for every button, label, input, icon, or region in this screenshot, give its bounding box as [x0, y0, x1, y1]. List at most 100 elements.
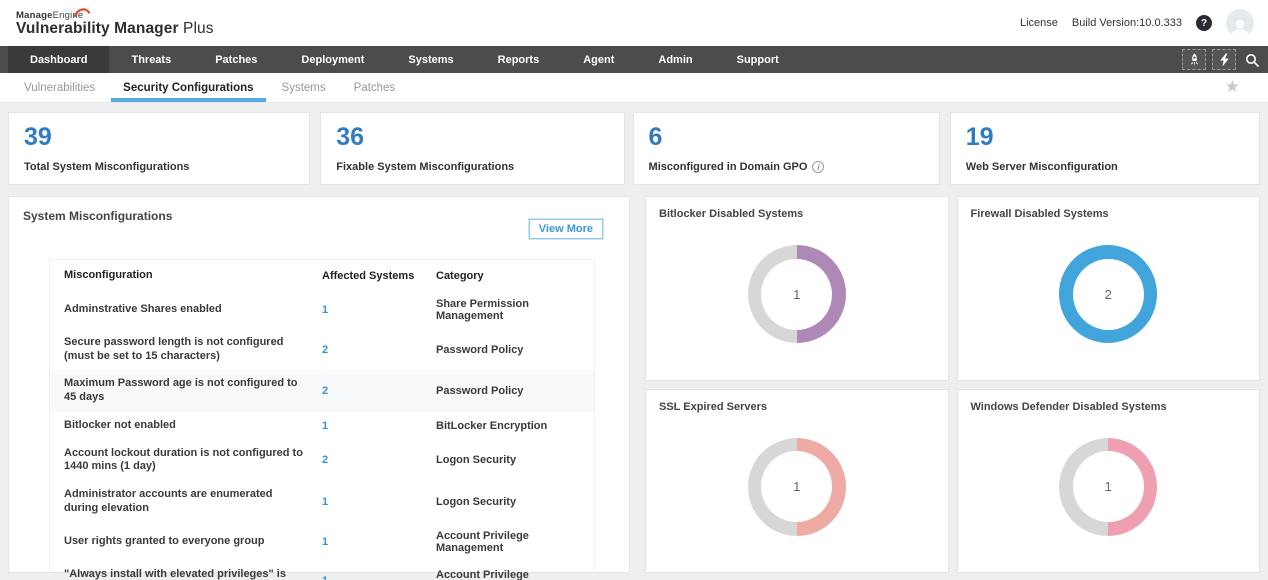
help-icon[interactable]: ?: [1196, 15, 1212, 31]
affected-systems-link[interactable]: 2: [322, 454, 328, 466]
category-cell: Share Permission Management: [436, 298, 594, 322]
donut-chart-area: 1: [971, 413, 1247, 562]
chart-title: SSL Expired Servers: [659, 401, 935, 413]
nav-tab-deployment[interactable]: Deployment: [279, 46, 386, 73]
brand-manageengine: ManageEngine: [16, 11, 83, 21]
stat-label: Total System Misconfigurations: [24, 161, 294, 173]
category-cell: Account Privilege Management: [436, 530, 594, 554]
affected-systems-cell: 2: [322, 454, 436, 466]
misconfiguration-name: Administrator accounts are enumerated du…: [50, 488, 322, 516]
search-icon[interactable]: [1242, 53, 1262, 67]
category-cell: Logon Security: [436, 454, 594, 466]
info-icon[interactable]: i: [812, 161, 824, 173]
nav-tab-threats[interactable]: Threats: [109, 46, 193, 73]
stat-label: Misconfigured in Domain GPOi: [649, 161, 924, 173]
chart-panel-bitlocker-disabled-systems: Bitlocker Disabled Systems 1: [645, 196, 949, 381]
col-header-affected-systems: Affected Systems: [322, 270, 436, 282]
charts-grid: Bitlocker Disabled Systems 1 Firewall Disa…: [645, 196, 1260, 573]
view-more-button[interactable]: View More: [529, 219, 603, 239]
table-row: Bitlocker not enabled1 BitLocker Encrypti…: [50, 412, 594, 440]
affected-systems-link[interactable]: 2: [322, 344, 328, 356]
misconfiguration-name: Account lockout duration is not configur…: [50, 447, 322, 475]
table-row: Adminstrative Shares enabled1 Share Permi…: [50, 291, 594, 329]
stat-value: 6: [649, 123, 924, 152]
nav-tab-systems[interactable]: Systems: [386, 46, 475, 73]
affected-systems-cell: 1: [322, 536, 436, 548]
affected-systems-link[interactable]: 1: [322, 536, 328, 548]
misconfiguration-name: Secure password length is not configured…: [50, 336, 322, 364]
stat-value: 36: [336, 123, 608, 152]
chart-title: Firewall Disabled Systems: [971, 208, 1247, 220]
subnav-tab-patches[interactable]: Patches: [340, 73, 410, 102]
donut-chart[interactable]: 1: [748, 245, 846, 343]
affected-systems-cell: 1: [322, 420, 436, 432]
system-misconfigurations-panel: System Misconfigurations View More Misco…: [8, 196, 630, 573]
donut-chart[interactable]: 1: [1059, 438, 1157, 536]
category-cell: Password Policy: [436, 344, 594, 356]
nav-tab-admin[interactable]: Admin: [636, 46, 714, 73]
misconfiguration-name: Adminstrative Shares enabled: [50, 303, 322, 317]
table-row: Maximum Password age is not configured t…: [50, 370, 594, 412]
brand-logo: ManageEngine Vulnerability Manager Plus: [16, 8, 214, 37]
stat-card-web-server-misconfiguration[interactable]: 19 Web Server Misconfiguration: [950, 112, 1260, 185]
app-header: ManageEngine Vulnerability Manager Plus …: [0, 0, 1268, 46]
favorite-star-icon[interactable]: ★: [1225, 77, 1240, 97]
nav-tab-reports[interactable]: Reports: [476, 46, 562, 73]
build-version-text: Build Version:10.0.333: [1072, 17, 1182, 29]
misconfiguration-name: Maximum Password age is not configured t…: [50, 377, 322, 405]
whats-new-rocket-icon[interactable]: [1182, 49, 1206, 70]
donut-chart[interactable]: 2: [1059, 245, 1157, 343]
misconfiguration-name: "Always install with elevated privileges…: [50, 568, 322, 580]
chart-title: Bitlocker Disabled Systems: [659, 208, 935, 220]
affected-systems-link[interactable]: 1: [322, 420, 328, 432]
misconfiguration-name: User rights granted to everyone group: [50, 535, 322, 549]
user-silhouette-icon: [1229, 17, 1251, 37]
affected-systems-cell: 1: [322, 496, 436, 508]
subnav-tab-systems[interactable]: Systems: [268, 73, 340, 102]
category-cell: BitLocker Encryption: [436, 420, 594, 432]
stat-card-misconfigured-in-domain-gpo[interactable]: 6 Misconfigured in Domain GPOi: [633, 112, 940, 185]
brand-swoosh-icon: [73, 7, 91, 18]
misconfiguration-name: Bitlocker not enabled: [50, 419, 322, 433]
affected-systems-link[interactable]: 1: [322, 575, 328, 580]
affected-systems-link[interactable]: 1: [322, 304, 328, 316]
affected-systems-cell: 1: [322, 304, 436, 316]
table-row: "Always install with elevated privileges…: [50, 561, 594, 580]
quick-actions-lightning-icon[interactable]: [1212, 49, 1236, 70]
table-row: Administrator accounts are enumerated du…: [50, 481, 594, 523]
table-header-row: Misconfiguration Affected Systems Catego…: [50, 260, 594, 291]
category-cell: Password Policy: [436, 385, 594, 397]
brand-product-name: Vulnerability Manager Plus: [16, 20, 214, 37]
nav-tab-patches[interactable]: Patches: [193, 46, 279, 73]
chart-panel-windows-defender-disabled-systems: Windows Defender Disabled Systems 1: [957, 389, 1261, 574]
subnav-tab-security-configurations[interactable]: Security Configurations: [109, 73, 267, 102]
donut-center-value: 1: [761, 259, 832, 330]
stat-card-fixable-system-misconfigurations[interactable]: 36Fixable System Misconfigurations: [320, 112, 624, 185]
nav-tab-dashboard[interactable]: Dashboard: [8, 46, 109, 73]
chart-panel-firewall-disabled-systems: Firewall Disabled Systems 2: [957, 196, 1261, 381]
subnav-tab-vulnerabilities[interactable]: Vulnerabilities: [10, 73, 109, 102]
category-cell: Logon Security: [436, 496, 594, 508]
nav-tab-agent[interactable]: Agent: [561, 46, 636, 73]
table-row: Account lockout duration is not configur…: [50, 440, 594, 482]
stat-label: Web Server Misconfiguration: [966, 161, 1244, 173]
stat-card-total-system-misconfigurations[interactable]: 39Total System Misconfigurations: [8, 112, 310, 185]
chart-title: Windows Defender Disabled Systems: [971, 401, 1247, 413]
panel-title: System Misconfigurations: [23, 209, 615, 223]
table-row: Secure password length is not configured…: [50, 329, 594, 371]
chart-panel-ssl-expired-servers: SSL Expired Servers 1: [645, 389, 949, 574]
table-row: User rights granted to everyone group1 Ac…: [50, 523, 594, 561]
stat-value: 19: [966, 123, 1244, 152]
col-header-category: Category: [436, 270, 594, 282]
avatar[interactable]: [1226, 9, 1254, 37]
donut-chart-area: 1: [659, 413, 935, 562]
affected-systems-link[interactable]: 1: [322, 496, 328, 508]
misconfigurations-table: Misconfiguration Affected Systems Catego…: [49, 259, 595, 580]
donut-chart[interactable]: 1: [748, 438, 846, 536]
nav-tab-support[interactable]: Support: [715, 46, 801, 73]
affected-systems-link[interactable]: 2: [322, 385, 328, 397]
donut-chart-area: 2: [971, 220, 1247, 369]
donut-center-value: 2: [1073, 259, 1144, 330]
license-link[interactable]: License: [1020, 17, 1058, 29]
sub-nav: VulnerabilitiesSecurity ConfigurationsSy…: [0, 73, 1268, 103]
